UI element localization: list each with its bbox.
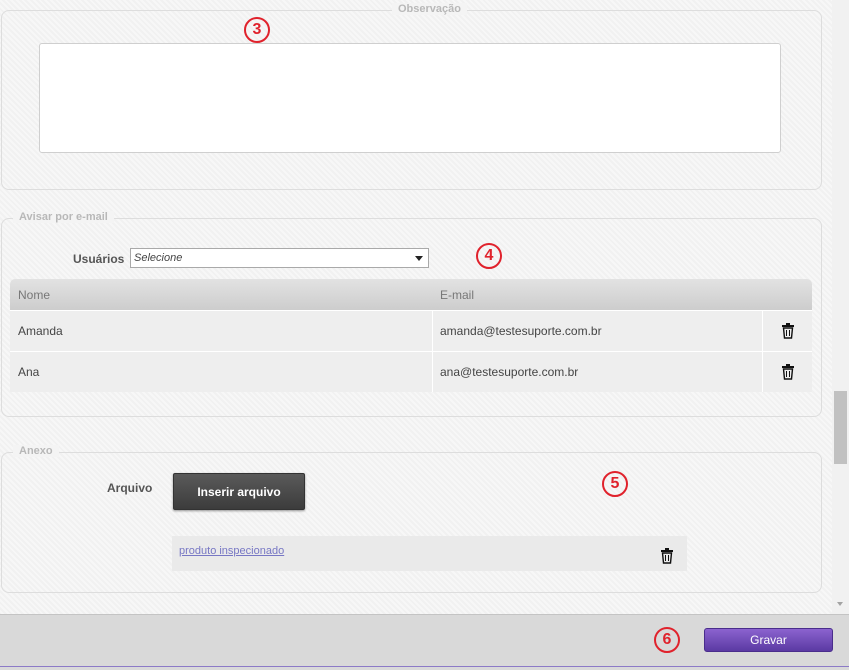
table-row: Ana ana@testesuporte.com.br <box>10 351 812 392</box>
insert-file-button[interactable]: Inserir arquivo <box>173 473 305 510</box>
annotation-marker-6: 6 <box>654 627 680 653</box>
row-email: amanda@testesuporte.com.br <box>440 324 602 338</box>
usuarios-select[interactable]: Selecione <box>130 248 429 268</box>
column-divider <box>432 311 433 351</box>
observacao-legend: Observação <box>392 3 467 15</box>
anexo-section: Anexo <box>1 445 822 593</box>
column-divider <box>762 352 763 392</box>
observacao-textarea[interactable] <box>39 43 781 153</box>
attachment-link[interactable]: produto inspecionado <box>179 545 284 557</box>
table-row: Amanda amanda@testesuporte.com.br <box>10 310 812 351</box>
row-nome: Ana <box>18 365 40 379</box>
attachment-row: produto inspecionado <box>172 536 687 571</box>
arquivo-label: Arquivo <box>107 481 153 495</box>
save-button[interactable]: Gravar <box>704 628 833 652</box>
footer-bar: 6 Gravar <box>0 614 849 670</box>
trash-icon[interactable] <box>660 548 674 564</box>
row-nome: Amanda <box>18 324 63 338</box>
trash-icon[interactable] <box>781 323 795 339</box>
footer-divider <box>0 666 849 667</box>
scrollbar-thumb[interactable] <box>834 391 847 464</box>
column-header-email: E-mail <box>440 288 475 302</box>
usuarios-select-value: Selecione <box>134 252 183 264</box>
vertical-scrollbar[interactable] <box>832 0 849 614</box>
annotation-marker-3: 3 <box>244 17 270 43</box>
column-divider <box>762 311 763 351</box>
column-header-nome: Nome <box>18 288 51 302</box>
scroll-down-icon[interactable] <box>837 602 843 606</box>
annotation-marker-4: 4 <box>476 243 502 269</box>
trash-icon[interactable] <box>781 364 795 380</box>
table-header: Nome E-mail <box>10 279 812 310</box>
annotation-marker-5: 5 <box>602 471 628 497</box>
row-email: ana@testesuporte.com.br <box>440 365 579 379</box>
usuarios-label: Usuários <box>73 252 125 266</box>
chevron-down-icon <box>415 256 423 261</box>
column-divider <box>432 352 433 392</box>
avisar-email-legend: Avisar por e-mail <box>13 211 114 223</box>
users-email-table: Nome E-mail Amanda amanda@testesuporte.c… <box>10 279 812 392</box>
anexo-legend: Anexo <box>13 445 59 457</box>
form-content: Observação 3 Avisar por e-mail Usuários … <box>0 0 832 614</box>
